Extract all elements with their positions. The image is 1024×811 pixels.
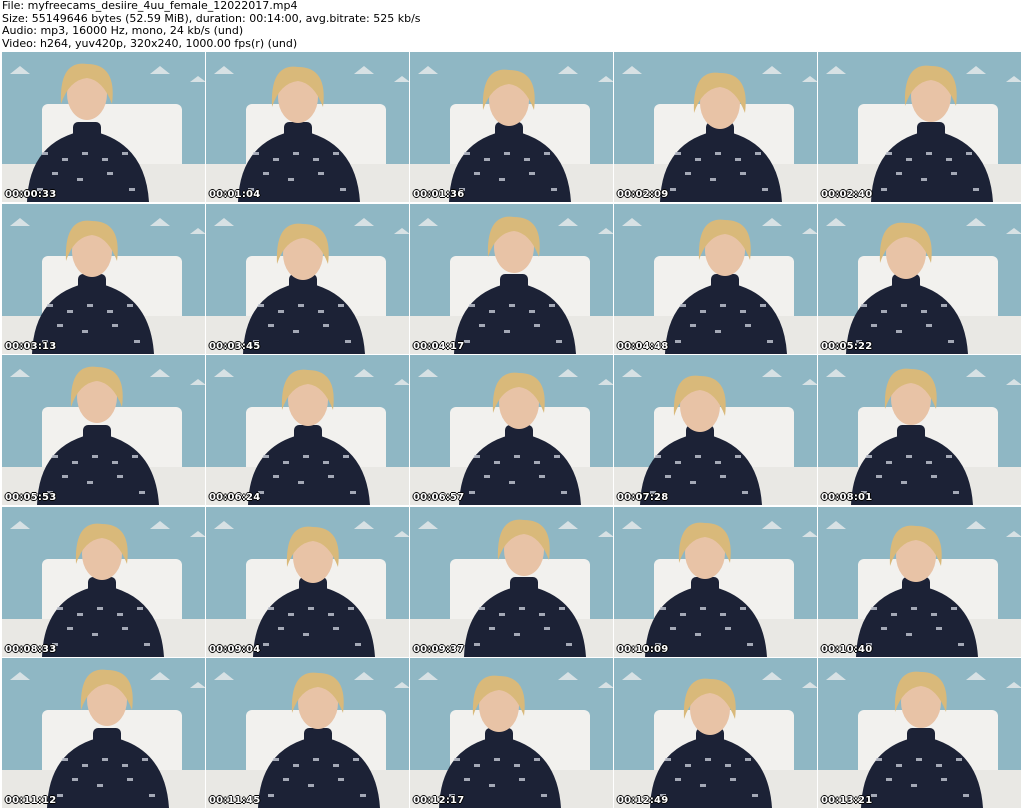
file-name-line: File: myfreecams_desiire_4uu_female_1202… — [2, 0, 298, 12]
thumbnail-timestamp: 00:08:01 — [821, 492, 873, 503]
thumbnail-timestamp: 00:07:28 — [617, 492, 669, 503]
webcam-frame-image — [818, 355, 1021, 505]
thumbnail-timestamp: 00:06:57 — [413, 492, 465, 503]
thumbnail-timestamp: 00:11:45 — [209, 795, 261, 806]
webcam-frame-image — [614, 658, 817, 808]
thumbnail-timestamp: 00:11:12 — [5, 795, 57, 806]
webcam-frame-image — [206, 658, 409, 808]
video-thumbnail: 00:06:57 — [410, 355, 613, 505]
webcam-frame-image — [614, 52, 817, 202]
thumbnail-timestamp: 00:05:22 — [821, 340, 873, 352]
video-thumbnail: 00:04:17 — [410, 203, 613, 354]
video-thumbnail: 00:00:33 — [2, 52, 205, 202]
thumbnail-timestamp: 00:05:53 — [5, 492, 57, 503]
video-thumbnail: 00:01:36 — [410, 52, 613, 202]
thumbnail-timestamp: 00:09:37 — [413, 643, 465, 655]
thumbnail-timestamp: 00:13:21 — [821, 795, 873, 806]
webcam-frame-image — [206, 203, 409, 354]
video-thumbnail: 00:07:28 — [614, 355, 817, 505]
thumbnail-timestamp: 00:06:24 — [209, 492, 261, 503]
webcam-frame-image — [2, 203, 205, 354]
webcam-frame-image — [410, 355, 613, 505]
thumbnail-timestamp: 00:08:33 — [5, 643, 57, 655]
webcam-frame-image — [410, 506, 613, 657]
webcam-frame-image — [410, 52, 613, 202]
thumbnail-timestamp: 00:03:45 — [209, 340, 261, 352]
webcam-frame-image — [206, 506, 409, 657]
webcam-frame-image — [2, 506, 205, 657]
video-thumbnail: 00:03:45 — [206, 203, 409, 354]
thumbnail-timestamp: 00:12:17 — [413, 795, 465, 806]
video-thumbnail: 00:10:09 — [614, 506, 817, 657]
video-thumbnail: 00:05:22 — [818, 203, 1021, 354]
webcam-frame-image — [2, 52, 205, 202]
audio-info-line: Audio: mp3, 16000 Hz, mono, 24 kb/s (und… — [2, 24, 244, 37]
video-thumbnail: 00:12:17 — [410, 658, 613, 808]
webcam-frame-image — [614, 355, 817, 505]
webcam-frame-image — [410, 203, 613, 354]
video-thumbnail: 00:03:13 — [2, 203, 205, 354]
video-thumbnail: 00:09:04 — [206, 506, 409, 657]
webcam-frame-image — [410, 658, 613, 808]
video-thumbnail: 00:11:45 — [206, 658, 409, 808]
video-thumbnail: 00:05:53 — [2, 355, 205, 505]
webcam-frame-image — [818, 203, 1021, 354]
thumbnail-timestamp: 00:01:36 — [413, 189, 465, 200]
webcam-frame-image — [818, 52, 1021, 202]
webcam-frame-image — [614, 203, 817, 354]
webcam-frame-image — [2, 355, 205, 505]
video-thumbnail: 00:08:33 — [2, 506, 205, 657]
webcam-frame-image — [206, 52, 409, 202]
video-info-line: Video: h264, yuv420p, 320x240, 1000.00 f… — [2, 36, 298, 50]
thumbnail-timestamp: 00:04:48 — [617, 340, 669, 352]
video-thumbnail: 00:09:37 — [410, 506, 613, 657]
video-thumbnail: 00:08:01 — [818, 355, 1021, 505]
video-thumbnail: 00:01:04 — [206, 52, 409, 202]
video-thumbnail: 00:12:49 — [614, 658, 817, 808]
video-thumbnail: 00:10:40 — [818, 506, 1021, 657]
webcam-frame-image — [206, 355, 409, 505]
video-thumbnail: 00:04:48 — [614, 203, 817, 354]
thumbnail-timestamp: 00:00:33 — [5, 189, 57, 200]
webcam-frame-image — [818, 506, 1021, 657]
thumbnail-timestamp: 00:09:04 — [209, 643, 261, 655]
thumbnail-timestamp: 00:03:13 — [5, 340, 57, 352]
thumbnail-timestamp: 00:10:40 — [821, 643, 873, 655]
file-info-header: File: myfreecams_desiire_4uu_female_1202… — [2, 0, 1022, 50]
webcam-frame-image — [2, 658, 205, 808]
video-thumbnail: 00:11:12 — [2, 658, 205, 808]
thumbnail-timestamp: 00:04:17 — [413, 340, 465, 352]
thumbnail-grid: 00:00:33 00:01:04 00:01:36 00:02:09 00:02:40… — [0, 52, 1024, 809]
video-thumbnail: 00:13:21 — [818, 658, 1021, 808]
thumbnail-timestamp: 00:02:40 — [821, 189, 873, 200]
video-thumbnail: 00:06:24 — [206, 355, 409, 505]
thumbnail-timestamp: 00:12:49 — [617, 795, 669, 806]
thumbnail-timestamp: 00:02:09 — [617, 189, 669, 200]
thumbnail-timestamp: 00:01:04 — [209, 189, 261, 200]
video-thumbnail: 00:02:09 — [614, 52, 817, 202]
webcam-frame-image — [818, 658, 1021, 808]
video-thumbnail: 00:02:40 — [818, 52, 1021, 202]
thumbnail-timestamp: 00:10:09 — [617, 643, 669, 655]
webcam-frame-image — [614, 506, 817, 657]
